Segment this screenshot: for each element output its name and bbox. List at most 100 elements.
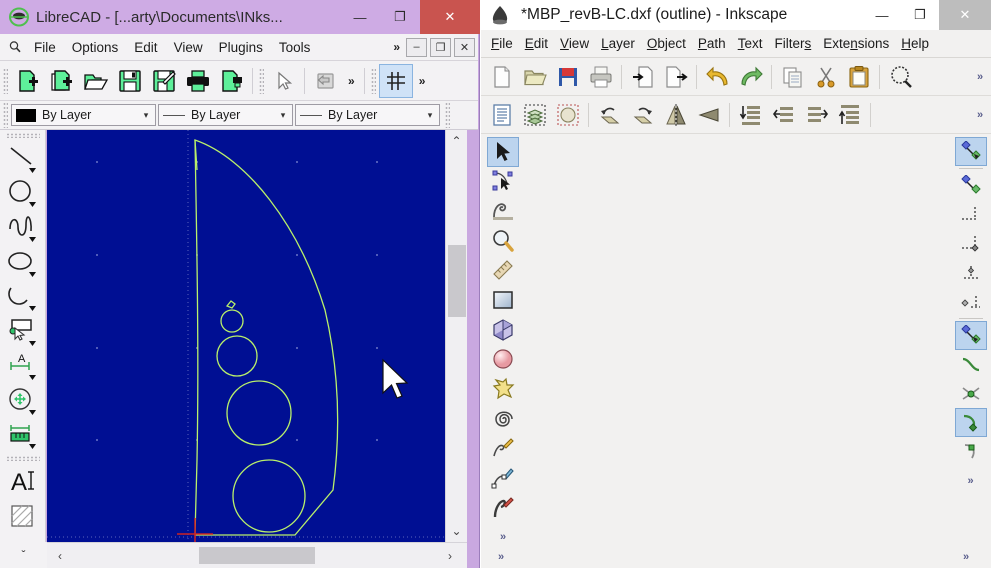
inkscape-menu-edit[interactable]: Edit <box>519 34 554 53</box>
tweak-tool[interactable] <box>487 196 519 226</box>
mdi-close-button[interactable]: ✕ <box>454 37 475 57</box>
scroll-up-arrow[interactable]: ⌃ <box>446 130 468 152</box>
inkscape-maximize-button[interactable]: ❐ <box>901 0 939 30</box>
ellipse-tool[interactable] <box>487 345 519 375</box>
snapbar-overflow[interactable]: » <box>955 466 987 495</box>
menu-view[interactable]: View <box>166 38 211 57</box>
inkscape-menu-file[interactable]: File <box>485 34 519 53</box>
raise-to-top-icon[interactable] <box>833 98 866 131</box>
snap-bbox-edge-midpoint-toggle[interactable] <box>955 258 987 287</box>
spline-tool[interactable] <box>3 211 43 246</box>
grid-toolbar-overflow-chevron[interactable]: » <box>413 74 432 88</box>
snap-bbox-corner-toggle[interactable] <box>955 229 987 258</box>
penbar-grip[interactable] <box>445 102 450 128</box>
scroll-down-arrow[interactable]: ⌄ <box>446 520 468 542</box>
xml-editor-icon[interactable] <box>485 98 518 131</box>
open-folder-icon[interactable] <box>79 64 113 98</box>
export-icon[interactable] <box>659 60 692 93</box>
toolbar-overflow-chevron[interactable]: » <box>342 74 361 88</box>
undo-icon[interactable] <box>308 64 342 98</box>
librecad-maximize-button[interactable]: ❐ <box>380 0 420 34</box>
spiral-tool[interactable] <box>487 404 519 434</box>
measure-tool[interactable] <box>487 256 519 286</box>
vertical-scroll-thumb[interactable] <box>448 245 466 317</box>
object-properties-icon[interactable] <box>551 98 584 131</box>
pen-color-combo[interactable]: By Layer ▾ <box>11 104 156 126</box>
menu-overflow-chevron[interactable]: » <box>387 40 406 54</box>
open-document-icon[interactable] <box>518 60 551 93</box>
sidebar-grip[interactable] <box>5 133 40 139</box>
pen-width-combo[interactable]: By Layer ▾ <box>158 104 293 126</box>
inkscape-menu-help[interactable]: Help <box>895 34 935 53</box>
object-toolbar-overflow[interactable]: » <box>969 109 991 121</box>
inkscape-menu-filters[interactable]: Filters <box>768 34 817 53</box>
menu-edit[interactable]: Edit <box>126 38 165 57</box>
rotate-ccw-icon[interactable] <box>593 98 626 131</box>
save-icon[interactable] <box>113 64 147 98</box>
select-entity-tool[interactable] <box>3 314 43 349</box>
line-tool[interactable] <box>3 141 43 176</box>
arc-tool[interactable] <box>3 280 43 315</box>
zoom-selection-icon[interactable] <box>884 60 917 93</box>
menu-file[interactable]: File <box>26 38 64 57</box>
menu-options[interactable]: Options <box>64 38 127 57</box>
star-tool[interactable] <box>487 374 519 404</box>
text-tool[interactable]: A <box>3 464 43 499</box>
calligraphy-tool[interactable] <box>487 493 519 523</box>
zoom-tool[interactable] <box>487 226 519 256</box>
grid-toggle-icon[interactable] <box>378 63 413 98</box>
snap-bbox-edge-toggle[interactable] <box>955 200 987 229</box>
circle-tool[interactable] <box>3 176 43 211</box>
select-cursor-icon[interactable] <box>267 64 301 98</box>
commands-toolbar-overflow[interactable]: » <box>969 71 991 83</box>
librecad-close-button[interactable]: ✕ <box>420 0 480 34</box>
search-icon[interactable] <box>4 40 26 54</box>
copy-icon[interactable] <box>776 60 809 93</box>
lower-icon[interactable] <box>767 98 800 131</box>
sidebar-grip[interactable] <box>5 455 40 462</box>
print-preview-icon[interactable] <box>215 64 249 98</box>
modify-tool[interactable] <box>3 384 43 419</box>
enable-snapping-toggle[interactable] <box>954 137 987 166</box>
bezier-tool[interactable] <box>487 463 519 493</box>
pencil-tool[interactable] <box>487 433 519 463</box>
raise-icon[interactable] <box>800 98 833 131</box>
new-file-icon[interactable] <box>11 64 45 98</box>
penbar-grip[interactable] <box>3 102 8 128</box>
node-editor-tool[interactable] <box>487 167 519 197</box>
new-document-icon[interactable] <box>485 60 518 93</box>
inkscape-menu-extensions[interactable]: Extensions <box>817 34 895 53</box>
import-icon[interactable] <box>626 60 659 93</box>
librecad-horizontal-scrollbar[interactable]: ‹ › <box>47 542 467 568</box>
snap-smooth-node-toggle[interactable] <box>955 437 987 466</box>
inkscape-menu-view[interactable]: View <box>554 34 595 53</box>
measure-tool[interactable] <box>3 418 43 453</box>
mdi-restore-button[interactable]: ❐ <box>430 37 451 57</box>
inkscape-menu-path[interactable]: Path <box>692 34 732 53</box>
cut-icon[interactable] <box>809 60 842 93</box>
save-as-icon[interactable] <box>147 64 181 98</box>
librecad-vertical-scrollbar[interactable]: ⌃ ⌄ <box>445 130 467 542</box>
toolbar-grip[interactable] <box>370 67 376 94</box>
menu-tools[interactable]: Tools <box>271 38 319 57</box>
rectangle-tool[interactable] <box>487 285 519 315</box>
snap-nodes-toggle[interactable] <box>954 321 987 350</box>
layers-dialog-icon[interactable] <box>518 98 551 131</box>
lower-to-bottom-icon[interactable] <box>734 98 767 131</box>
save-document-icon[interactable] <box>551 60 584 93</box>
horizontal-scroll-thumb[interactable] <box>199 547 315 564</box>
rotate-cw-icon[interactable] <box>626 98 659 131</box>
scroll-right-arrow[interactable]: › <box>437 545 463 567</box>
inkscape-close-button[interactable]: ✕ <box>939 0 991 30</box>
scroll-left-arrow[interactable]: ‹ <box>47 545 73 567</box>
snap-path-intersection-toggle[interactable] <box>955 379 987 408</box>
snap-bbox-center-toggle[interactable] <box>955 287 987 316</box>
print-icon[interactable] <box>181 64 215 98</box>
redo-icon[interactable] <box>734 60 767 93</box>
inkscape-menu-layer[interactable]: Layer <box>595 34 641 53</box>
dimension-tool[interactable]: A <box>3 349 43 384</box>
selector-tool[interactable] <box>487 137 519 167</box>
snap-bounding-box-toggle[interactable] <box>955 171 987 200</box>
inkscape-menu-text[interactable]: Text <box>732 34 769 53</box>
inkscape-minimize-button[interactable]: — <box>863 0 901 30</box>
